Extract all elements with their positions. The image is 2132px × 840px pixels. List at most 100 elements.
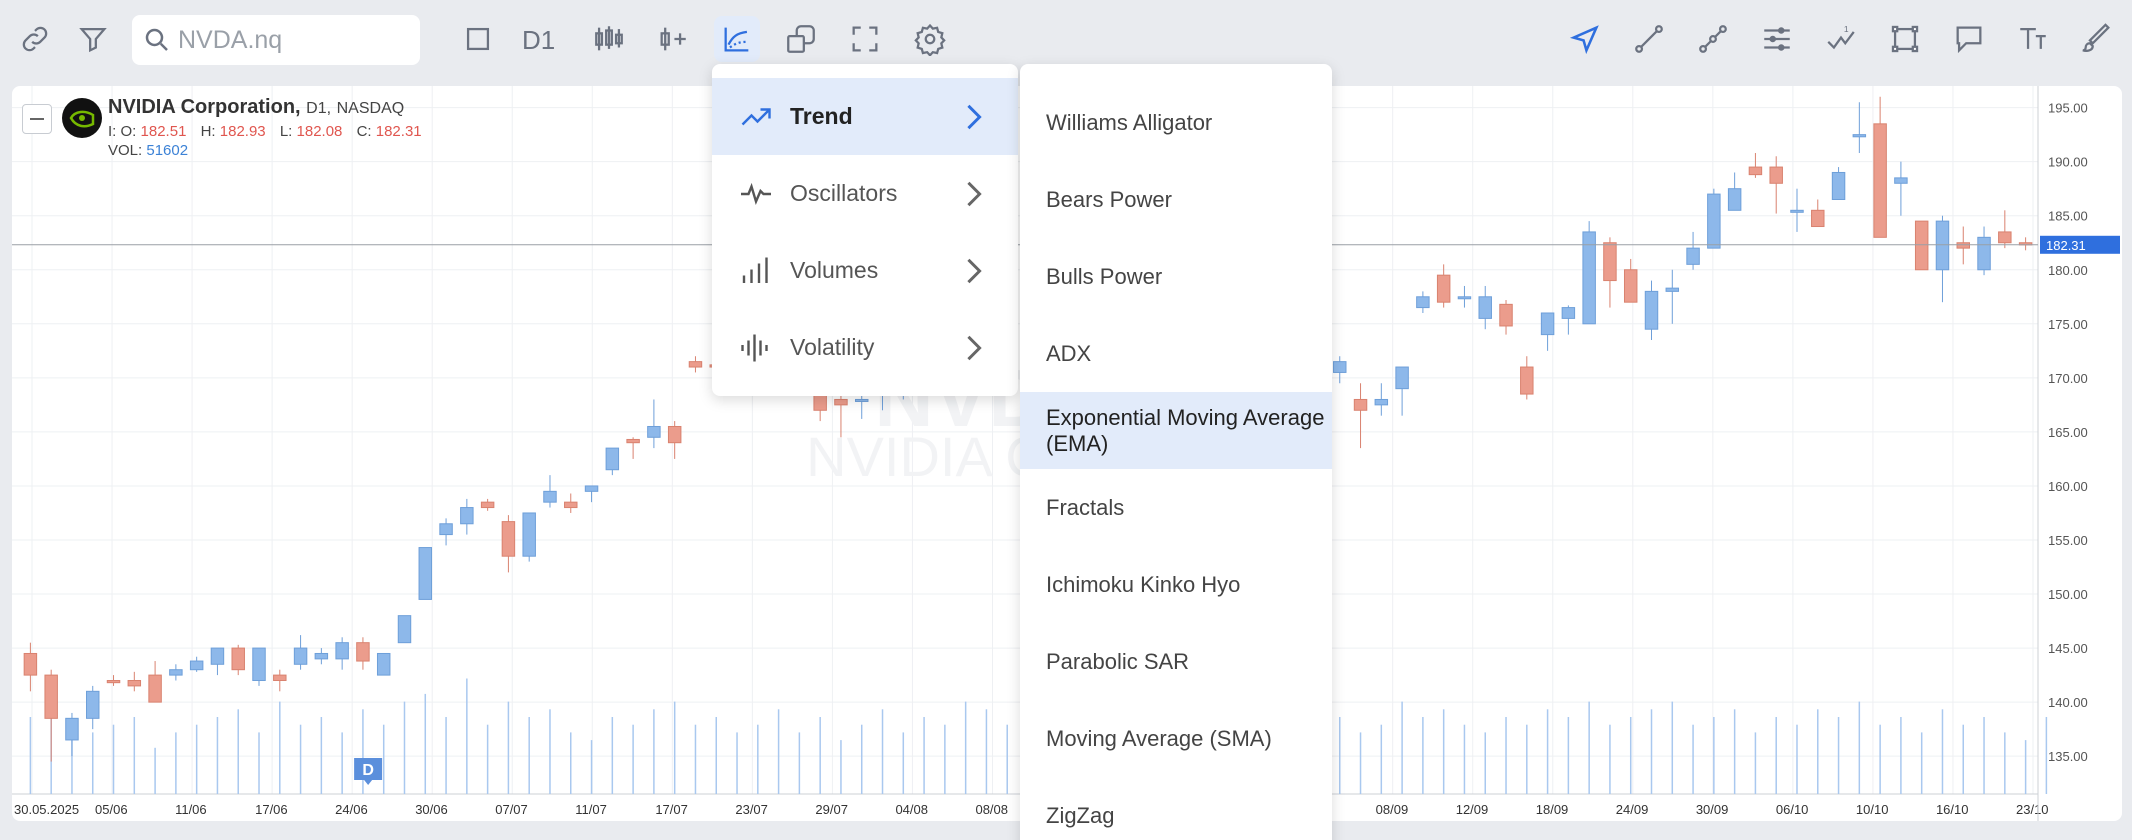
y-tick-label: 165.00	[2048, 425, 2088, 440]
candle-body	[169, 669, 183, 676]
chart-legend: NVIDIA Corporation, D1, NASDAQ I: O: 182…	[22, 94, 432, 160]
candle-body	[86, 690, 100, 719]
y-tick-label: 190.00	[2048, 155, 2088, 170]
trend-line-tool-icon[interactable]	[1626, 16, 1672, 62]
candle-body	[1540, 312, 1555, 336]
x-tick-label: 24/09	[1616, 802, 1649, 817]
candle-body	[189, 660, 204, 671]
compare-shapes-icon[interactable]	[778, 16, 824, 62]
candle-body	[854, 398, 869, 402]
candle-body	[1873, 123, 1887, 238]
ohlc-values: I: O: 182.51 H: 182.93 L: 182.08 C: 182.…	[108, 123, 422, 140]
volumes-icon	[742, 257, 768, 283]
candle-body	[1707, 193, 1721, 249]
nvidia-logo-icon	[62, 98, 102, 138]
submenu-item-fractals[interactable]: Fractals	[1020, 469, 1332, 546]
filter-icon[interactable]	[70, 16, 116, 62]
x-tick-label: 29/07	[815, 802, 848, 817]
candle-body	[44, 674, 58, 719]
callout-tool-icon[interactable]	[1946, 16, 1992, 62]
symbol-search-box[interactable]	[132, 15, 420, 65]
dividend-marker-label: D	[362, 762, 374, 779]
x-tick-label: 10/10	[1856, 802, 1889, 817]
candle-body	[106, 680, 121, 684]
settings-gear-icon[interactable]	[907, 16, 953, 62]
candle-body	[1623, 269, 1638, 303]
x-tick-label: 18/09	[1536, 802, 1569, 817]
x-tick-label: 30.05.2025	[14, 802, 79, 817]
submenu-item-ema[interactable]: Exponential Moving Average (EMA)	[1020, 392, 1332, 469]
candle-body	[1457, 296, 1472, 300]
x-tick-label: 07/07	[495, 802, 528, 817]
candle-body	[1894, 177, 1908, 184]
y-tick-label: 140.00	[2048, 695, 2088, 710]
submenu-item-ichimoku[interactable]: Ichimoku Kinko Hyo	[1020, 546, 1332, 623]
square-icon[interactable]	[455, 16, 501, 62]
indicator-category-menu: Trend Oscillators Volumes Volatility	[712, 64, 1018, 396]
y-tick-label: 170.00	[2048, 371, 2088, 386]
fullscreen-icon[interactable]	[842, 16, 888, 62]
text-tool-icon[interactable]	[2010, 16, 2056, 62]
candle-body	[252, 647, 266, 682]
trend-indicators-submenu: Williams Alligator Bears Power Bulls Pow…	[1020, 64, 1332, 840]
fibonacci-tool-icon[interactable]	[1754, 16, 1800, 62]
legend-collapse-button[interactable]	[22, 104, 52, 134]
candle-body	[1665, 287, 1680, 292]
menu-item-oscillators[interactable]: Oscillators	[712, 155, 1018, 232]
search-icon	[145, 28, 168, 51]
menu-item-volumes[interactable]: Volumes	[712, 232, 1018, 309]
open-value: 182.51	[140, 123, 187, 140]
menu-item-volatility[interactable]: Volatility	[712, 309, 1018, 386]
submenu-item-zigzag[interactable]: ZigZag	[1020, 777, 1332, 840]
x-tick-label: 17/07	[655, 802, 688, 817]
candle-body	[834, 398, 848, 406]
symbol-search-input[interactable]	[178, 25, 408, 55]
candle-body	[1956, 242, 1970, 249]
candle-body	[231, 647, 245, 671]
high-value: 182.93	[219, 123, 266, 140]
submenu-item-sma[interactable]: Moving Average (SMA)	[1020, 700, 1332, 777]
candle-body	[460, 507, 474, 525]
menu-item-trend[interactable]: Trend	[712, 78, 1018, 155]
candle-body	[1727, 188, 1742, 211]
candle-body	[1603, 242, 1617, 282]
candle-body	[543, 490, 557, 503]
rectangle-tool-icon[interactable]	[1882, 16, 1928, 62]
candle-body	[584, 485, 599, 492]
elliott-wave-icon[interactable]: 1	[1818, 16, 1864, 62]
candle-body	[1998, 231, 2012, 244]
cursor-arrow-icon[interactable]	[1562, 16, 1608, 62]
polyline-tool-icon[interactable]	[1690, 16, 1736, 62]
candle-body	[1831, 171, 1846, 200]
chevron-right-icon	[967, 335, 982, 361]
submenu-item-parabolic-sar[interactable]: Parabolic SAR	[1020, 623, 1332, 700]
add-indicator-icon[interactable]	[650, 16, 696, 62]
y-tick-label: 145.00	[2048, 641, 2088, 656]
y-tick-label: 160.00	[2048, 479, 2088, 494]
chevron-right-icon	[967, 181, 982, 207]
candle-body	[1769, 166, 1783, 184]
candle-body	[1644, 290, 1659, 330]
submenu-item-williams-alligator[interactable]: Williams Alligator	[1020, 84, 1332, 161]
submenu-item-bulls-power[interactable]: Bulls Power	[1020, 238, 1332, 315]
timeframe-selector[interactable]: D1	[522, 20, 555, 60]
candle-body	[397, 615, 412, 644]
candle-body	[148, 674, 162, 703]
close-value: 182.31	[375, 123, 422, 140]
x-tick-label: 30/06	[415, 802, 448, 817]
candle-body	[1499, 303, 1513, 327]
submenu-item-adx[interactable]: ADX	[1020, 315, 1332, 392]
submenu-item-bears-power[interactable]: Bears Power	[1020, 161, 1332, 238]
candle-body	[23, 652, 38, 676]
candle-body	[356, 642, 370, 662]
brush-tool-icon[interactable]	[2074, 16, 2120, 62]
link-icon[interactable]	[12, 16, 58, 62]
chevron-right-icon	[967, 104, 982, 130]
candle-body	[439, 523, 453, 536]
candle-body	[1436, 274, 1451, 303]
indicators-icon[interactable]	[714, 16, 760, 62]
symbol-name: NVIDIA Corporation,	[108, 96, 301, 118]
candlestick-type-icon[interactable]	[586, 16, 632, 62]
y-tick-label: 195.00	[2048, 101, 2088, 116]
candle-body	[501, 521, 516, 557]
